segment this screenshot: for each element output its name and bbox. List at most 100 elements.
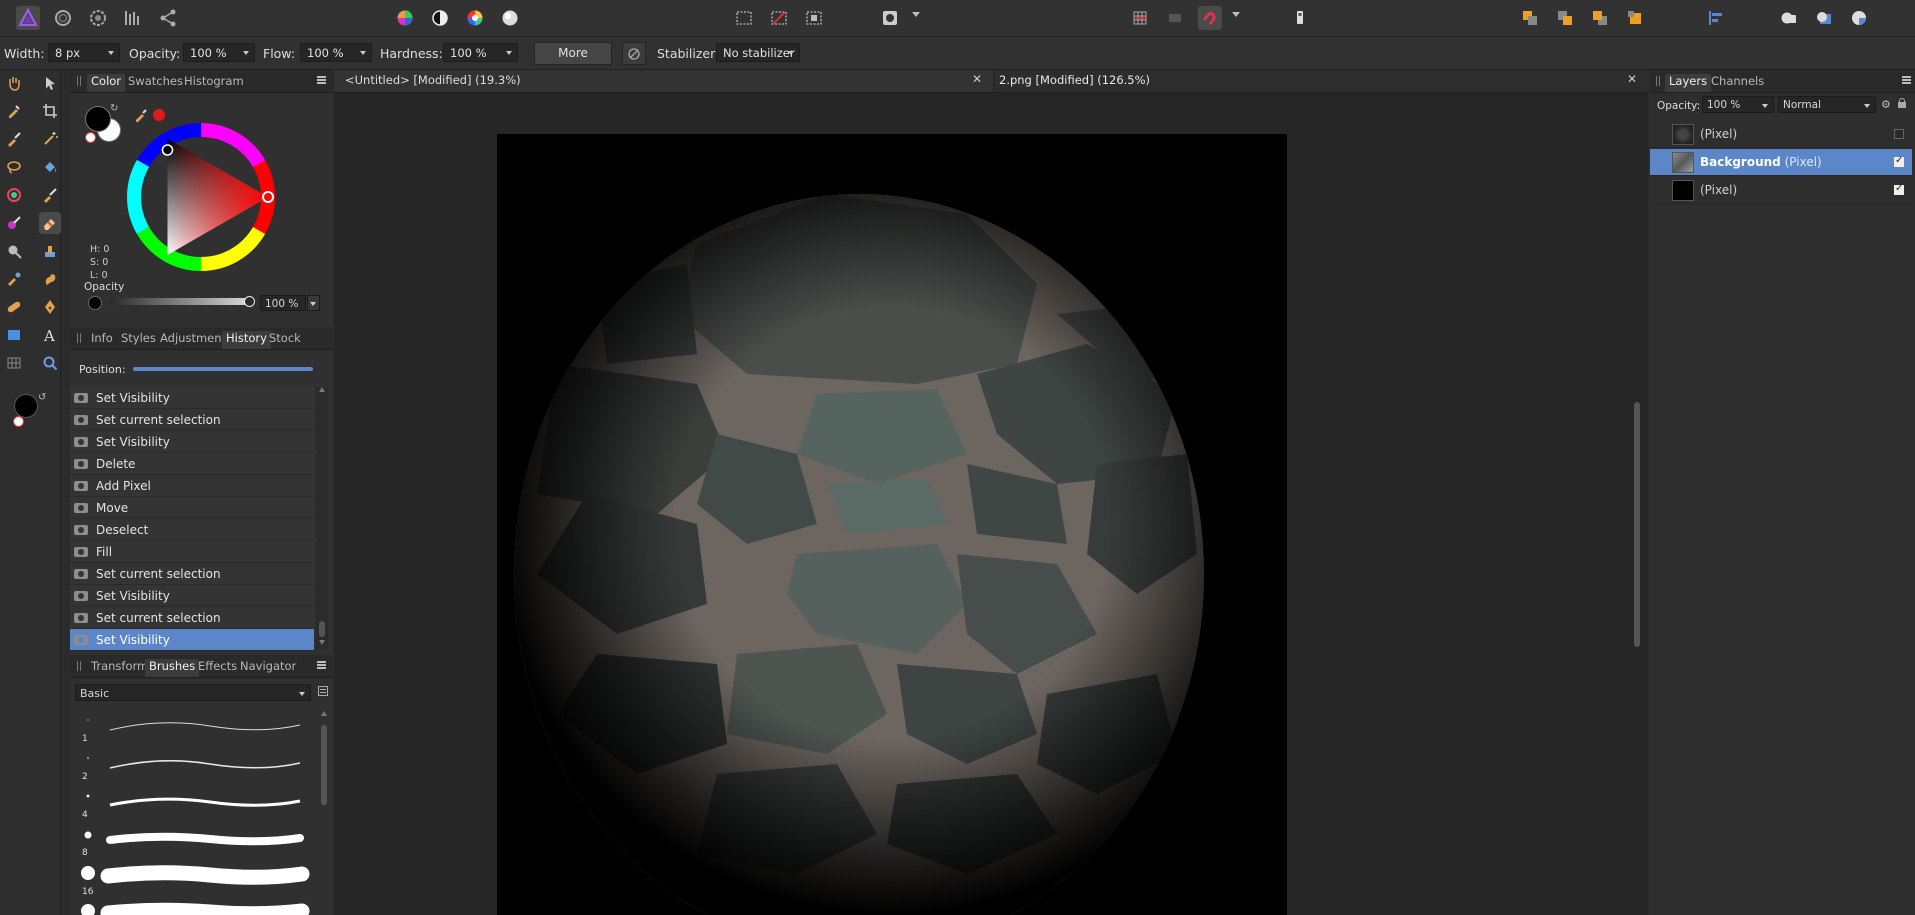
boolean-intersect-icon[interactable] [1847, 6, 1871, 30]
scroll-up-icon[interactable] [319, 387, 325, 392]
tab-histogram[interactable]: Histogram [180, 74, 248, 92]
tools-primary-color-swatch[interactable] [14, 394, 38, 418]
brush-view-options-icon[interactable] [318, 686, 328, 696]
layer-row[interactable]: (Pixel) [1650, 177, 1912, 204]
flood-fill-tool-icon[interactable] [39, 156, 61, 178]
tab-brushes[interactable]: Brushes [145, 659, 200, 677]
mesh-warp-tool-icon[interactable] [3, 352, 25, 374]
scroll-down-icon[interactable] [319, 640, 325, 645]
more-button[interactable]: More [534, 42, 612, 65]
panel-grip-icon[interactable] [77, 76, 81, 86]
white-balance-icon[interactable] [498, 6, 522, 30]
tab-navigator[interactable]: Navigator [236, 659, 300, 677]
opacity-slider-track[interactable] [110, 298, 250, 305]
layers-panel-menu-icon[interactable] [1902, 76, 1911, 84]
paint-brush-tool-icon[interactable] [39, 184, 61, 206]
color-wheel-icon[interactable] [463, 6, 487, 30]
align-left-icon[interactable] [1704, 6, 1728, 30]
history-item[interactable]: Set current selection [70, 563, 314, 585]
brush-stroke[interactable] [109, 722, 301, 731]
tab-transform[interactable]: Transform [87, 659, 152, 677]
layer-visibility-checkbox[interactable] [1894, 183, 1904, 195]
history-item[interactable]: Set Visibility [70, 387, 314, 409]
red-eye-removal-tool-icon[interactable] [3, 268, 25, 290]
invert-selection-icon[interactable] [802, 6, 826, 30]
layer-visibility-checkbox[interactable] [1894, 155, 1904, 167]
quick-mask-icon[interactable] [878, 6, 902, 30]
flow-field[interactable]: 100 % [300, 43, 372, 62]
dodge-brush-tool-icon[interactable] [3, 240, 25, 262]
scroll-up-icon[interactable] [321, 711, 327, 716]
flow-dropdown-chevron-icon[interactable] [360, 51, 366, 55]
brush-strokes[interactable] [70, 710, 310, 915]
marquee-selection-icon[interactable] [732, 6, 756, 30]
history-item[interactable]: Set current selection [70, 607, 314, 629]
close-tab-icon[interactable]: ✕ [972, 72, 982, 86]
width-dropdown-chevron-icon[interactable] [108, 51, 114, 55]
zoom-tool-icon[interactable] [39, 352, 61, 374]
history-item[interactable]: Delete [70, 453, 314, 475]
history-item[interactable]: Fill [70, 541, 314, 563]
hsl-color-wheel[interactable] [126, 122, 276, 275]
erase-brush-tool-icon[interactable] [39, 212, 61, 234]
tab-stock[interactable]: Stock [265, 331, 305, 349]
picked-color-swatch[interactable] [153, 109, 165, 121]
contrast-icon[interactable] [428, 6, 452, 30]
layer-row[interactable]: (Pixel) [1650, 121, 1912, 148]
document-canvas[interactable] [497, 134, 1287, 915]
brush-category-select[interactable]: Basic [75, 684, 311, 701]
arrange-front-icon[interactable] [1623, 6, 1647, 30]
healing-brush-tool-icon[interactable] [3, 296, 25, 318]
tools-swap-colors-icon[interactable]: ↺ [38, 392, 46, 403]
brush-stroke[interactable] [100, 865, 310, 885]
tab-swatches[interactable]: Swatches [124, 74, 187, 92]
canvas-vertical-scroll-thumb[interactable] [1634, 402, 1640, 647]
boolean-subtract-icon[interactable] [1812, 6, 1836, 30]
quick-mask-dropdown-chevron-icon[interactable] [912, 12, 920, 17]
history-item[interactable]: Set current selection [70, 409, 314, 431]
pen-tool-icon[interactable] [39, 296, 61, 318]
history-item[interactable]: Move [70, 497, 314, 519]
tone-mapping-persona-icon[interactable] [121, 6, 145, 30]
opacity-dropdown-chevron-icon[interactable] [243, 51, 249, 55]
brush-stroke[interactable] [109, 760, 301, 769]
tab-styles[interactable]: Styles [117, 331, 160, 349]
export-persona-icon[interactable] [156, 6, 180, 30]
snapping-magnet-icon[interactable] [1198, 6, 1222, 30]
color-picker-tool-icon[interactable] [3, 100, 25, 122]
crop-tool-icon[interactable] [39, 100, 61, 122]
gear-icon[interactable]: ⚙ [1881, 98, 1891, 111]
opacity-slider-handle[interactable] [244, 296, 255, 307]
panel-grip-icon[interactable] [1656, 76, 1660, 86]
arrange-forward-icon[interactable] [1588, 6, 1612, 30]
stabilizer-dropdown-chevron-icon[interactable] [788, 51, 794, 55]
color-panel-menu-icon[interactable] [317, 76, 326, 84]
tab-channels[interactable]: Channels [1707, 74, 1768, 92]
liquify-persona-icon[interactable] [51, 6, 75, 30]
tab-color[interactable]: Color [87, 74, 126, 92]
layer-opacity-field[interactable]: 100 % [1702, 96, 1774, 113]
rectangle-tool-icon[interactable] [3, 324, 25, 346]
panel-grip-icon[interactable] [77, 661, 81, 671]
brush-stroke[interactable] [100, 902, 310, 915]
no-color-icon[interactable] [85, 132, 96, 143]
document-tab-2png[interactable]: 2.png [Modified] (126.5%) ✕ [994, 70, 1648, 93]
history-item[interactable]: Set Visibility [70, 585, 314, 607]
primary-color-swatch[interactable] [85, 106, 111, 132]
tab-history[interactable]: History [222, 331, 271, 349]
tab-adjustment[interactable]: Adjustment [156, 331, 230, 349]
history-item[interactable]: Add Pixel [70, 475, 314, 497]
brushes-scrollbar[interactable] [319, 711, 329, 911]
swap-colors-icon[interactable]: ↻ [110, 103, 118, 114]
history-position-track[interactable] [133, 367, 313, 371]
lock-icon[interactable] [1898, 98, 1906, 108]
color-opacity-field[interactable]: 100 % [260, 295, 306, 311]
snapping-force-icon[interactable] [1163, 6, 1187, 30]
arrange-back-icon[interactable] [1518, 6, 1542, 30]
layer-row[interactable]: Background (Pixel) [1650, 149, 1912, 176]
history-item[interactable]: Deselect [70, 519, 314, 541]
hardness-field[interactable]: 100 % [443, 43, 518, 62]
flood-select-tool-icon[interactable] [39, 128, 61, 150]
document-tab-untitled[interactable]: <Untitled> [Modified] (19.3%) ✕ [334, 70, 993, 93]
color-adjust-icon[interactable] [393, 6, 417, 30]
